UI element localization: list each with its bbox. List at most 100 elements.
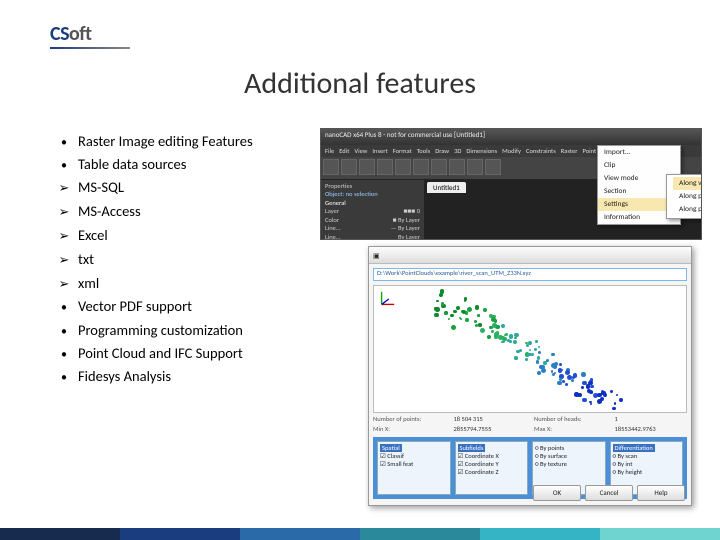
context-menu-item[interactable]: Import... [598,146,680,159]
property-row: Line... By Layer [325,233,420,240]
checkbox-option[interactable]: ☑ Coordinate Z [458,468,526,476]
panel-object: Object: no selection [325,190,420,198]
list-item-label: txt [78,248,94,271]
toolbar-button[interactable] [377,159,393,175]
list-item-label: Point Cloud and IFC Support [78,342,243,365]
checkbox-option[interactable]: ☑ Small feat [380,460,448,468]
menu-item[interactable]: 3D [454,147,461,155]
stat-label: Number of heads: [534,415,607,423]
radio-option[interactable]: ○ By int [613,460,681,468]
menu-item[interactable]: Constraints [526,147,556,155]
checkbox-option[interactable]: ☑ Classif [380,452,448,460]
list-item: MS-SQL [50,176,253,200]
dot-bullet-icon [50,319,78,342]
context-menu-item[interactable]: Clip [598,159,680,172]
toolbar-button[interactable] [341,159,357,175]
logo: CSoft [50,22,130,49]
list-item: txt [50,248,253,272]
cad-titlebar: nanoCAD x64 Plus 8 - not for commercial … [321,129,701,145]
menu-item[interactable]: Tools [417,147,430,155]
radio-option[interactable]: ○ By height [613,468,681,476]
context-menu[interactable]: Import...ClipView modeSectionSettingsInf… [597,145,681,225]
toolbar-button[interactable] [449,159,465,175]
menu-item[interactable]: File [325,147,334,155]
logo-part1: CS [50,22,69,46]
menu-item[interactable]: Edit [339,147,349,155]
panel-section: General [325,199,420,207]
stat-label: Min X: [373,425,446,433]
radio-option[interactable]: ○ By surface [535,452,603,460]
list-item-label: Fidesys Analysis [78,365,171,388]
pc-titlebar: ▣ [369,247,691,264]
context-submenu[interactable]: Along vectorAlong planeAlong point [666,174,702,219]
pointcloud-preview [373,285,687,413]
context-submenu-item[interactable]: Along point [673,203,702,216]
context-submenu-item[interactable]: Along plane [673,190,702,203]
dot-bullet-icon [50,365,78,388]
option-header: Differentiation [613,444,681,452]
stat-value: 18553442.9763 [615,425,688,433]
bottom-accent-bar [0,528,720,540]
toolbar-button[interactable] [395,159,411,175]
radio-option[interactable]: ○ By texture [535,460,603,468]
toolbar-button[interactable] [431,159,447,175]
pointcloud-window: ▣ D:\Work\PointClouds\example\river_scan… [368,246,692,506]
list-item-label: Vector PDF support [78,295,192,318]
toolbar-button[interactable] [467,159,483,175]
stat-label: Max X: [534,425,607,433]
menu-item[interactable]: Raster [561,147,578,155]
list-item: Excel [50,224,253,248]
screenshots-area: nanoCAD x64 Plus 8 - not for commercial … [320,128,700,506]
stat-value: 2855794.7555 [454,425,527,433]
menu-item[interactable]: View [354,147,367,155]
pc-title-icon: ▣ [373,251,380,260]
list-item: Fidesys Analysis [50,365,253,388]
list-item: Point Cloud and IFC Support [50,342,253,365]
property-row: Line... — By Layer [325,224,420,232]
arrow-bullet-icon [50,224,78,248]
accent-segment [360,528,480,540]
cancel-button[interactable]: Cancel [585,485,633,501]
menu-item[interactable]: Draw [435,147,449,155]
file-path-input[interactable]: D:\Work\PointClouds\example\river_scan_U… [373,268,687,281]
stat-label: Number of points: [373,415,446,423]
toolbar-button[interactable] [359,159,375,175]
panel-header: Properties [325,182,420,190]
radio-option[interactable]: ○ By scan [613,452,681,460]
list-item: xml [50,272,253,296]
menu-item[interactable]: Dimensions [466,147,497,155]
help-button[interactable]: Help [637,485,685,501]
checkbox-option[interactable]: ☑ Coordinate X [458,452,526,460]
context-submenu-item[interactable]: Along vector [673,177,702,190]
page-title: Additional features [0,65,720,102]
list-item-label: MS-Access [78,200,141,223]
property-row: Layer ■■■ 0 [325,207,420,215]
arrow-bullet-icon [50,200,78,224]
list-item: Raster Image editing Features [50,130,253,153]
ok-button[interactable]: OK [533,485,581,501]
radio-option[interactable]: ○ By points [535,444,603,452]
accent-segment [0,528,120,540]
dot-bullet-icon [50,295,78,318]
dot-bullet-icon [50,342,78,365]
list-item: Programming customization [50,319,253,342]
accent-segment [240,528,360,540]
menu-item[interactable]: Format [393,147,412,155]
panel-rows: Layer ■■■ 0Color ■ By LayerLine... — By … [325,207,420,240]
list-item-label: Table data sources [78,153,186,176]
toolbar-button[interactable] [485,159,501,175]
list-item: MS-Access [50,200,253,224]
checkbox-option[interactable]: ☑ Coordinate Y [458,460,526,468]
menu-item[interactable]: Modify [502,147,521,155]
cad-window: nanoCAD x64 Plus 8 - not for commercial … [320,128,702,240]
toolbar-button[interactable] [323,159,339,175]
dot-bullet-icon [50,130,78,153]
list-item-label: Raster Image editing Features [78,130,253,153]
document-tab[interactable]: Untitled1 [427,182,466,193]
accent-segment [480,528,600,540]
axes-icon [378,290,396,308]
toolbar-button[interactable] [413,159,429,175]
list-item: Table data sources [50,153,253,176]
dot-bullet-icon [50,153,78,176]
menu-item[interactable]: Insert [372,147,387,155]
